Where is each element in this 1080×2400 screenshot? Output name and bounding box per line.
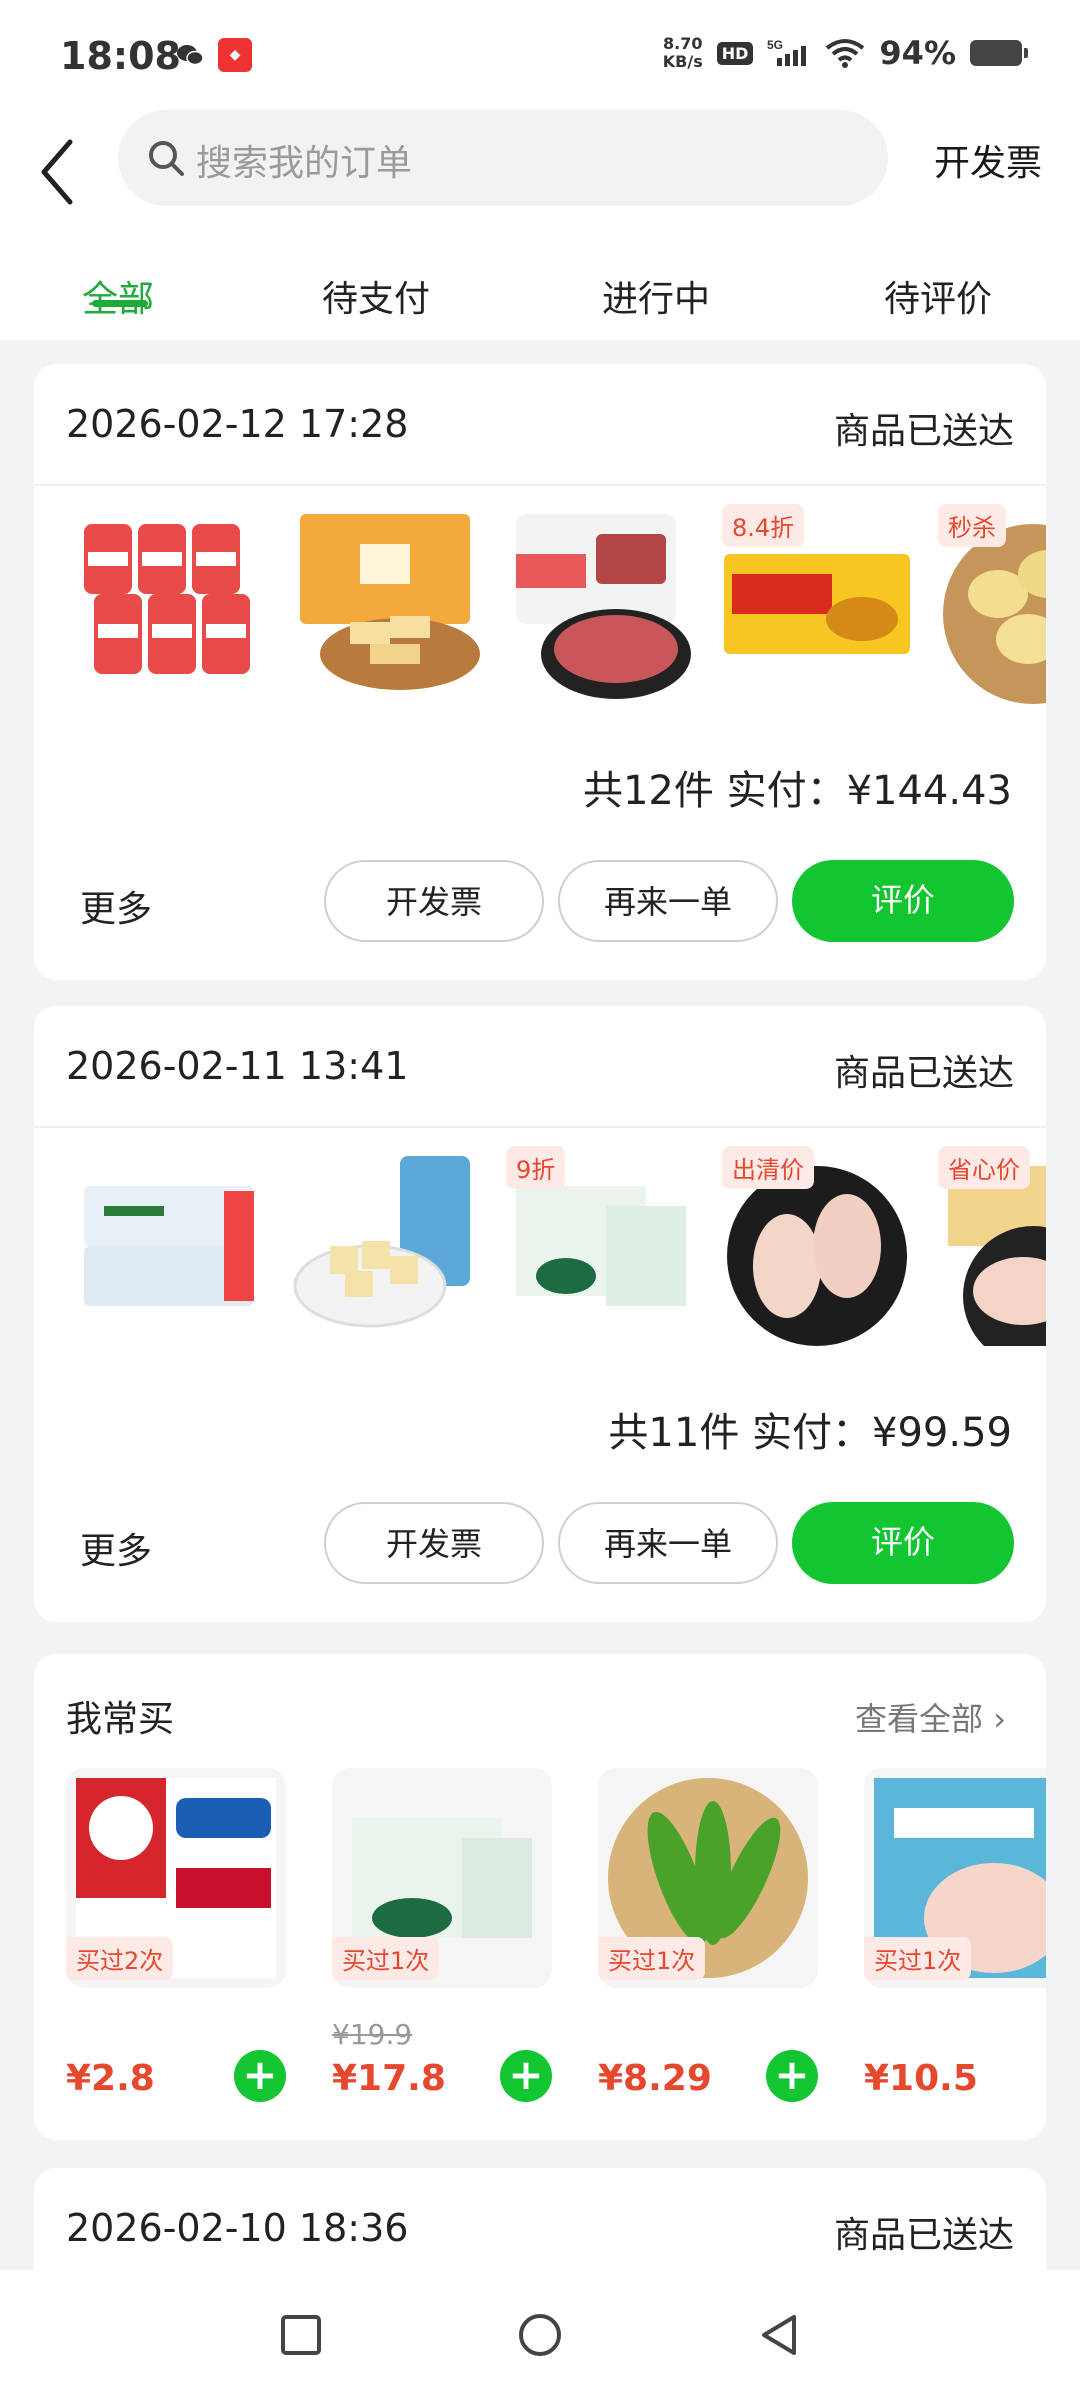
original-price: ¥19.9 (332, 2018, 413, 2051)
speed-unit: KB/s (662, 52, 703, 71)
order-status: 商品已送达 (833, 411, 1014, 452)
search-placeholder: 搜索我的订单 (196, 143, 413, 184)
hd-icon: HD (716, 41, 754, 65)
product-price: ¥10.5 (864, 2058, 978, 2099)
section-title: 我常买 (66, 1699, 175, 1740)
view-all-link[interactable]: 查看全部 › (855, 1694, 1006, 1740)
tab-bar: 全部 待支付 进行中 待评价 (0, 250, 1080, 340)
product-image[interactable]: 买过1次 (864, 1768, 1046, 1988)
product-image[interactable]: 买过2次 (66, 1768, 286, 1988)
back-arrow-icon[interactable] (30, 130, 90, 210)
add-to-cart-button[interactable]: + (766, 2050, 818, 2102)
more-button[interactable]: 更多 (80, 880, 152, 932)
search-input[interactable]: 搜索我的订单 (118, 110, 888, 206)
purchase-count-badge: 买过2次 (66, 1937, 174, 1980)
network-speed: 8.70 KB/s (663, 35, 703, 71)
add-to-cart-button[interactable]: + (500, 2050, 552, 2102)
battery-icon (970, 40, 1028, 66)
product-thumb-pork (516, 514, 691, 699)
order-status: 商品已送达 (833, 1053, 1014, 1094)
home-icon[interactable] (517, 2312, 563, 2358)
order-summary: 共12件 实付：¥144.43 (582, 768, 1012, 814)
order-date: 2026-02-11 13:41 (66, 1044, 409, 1088)
tab-in-progress[interactable]: 进行中 (602, 270, 710, 322)
active-tab-indicator (92, 300, 148, 307)
order-thumbnails[interactable]: 9折 出清价 省心价 (74, 1146, 1046, 1346)
battery-percent: 94% (879, 34, 956, 72)
product-image[interactable]: 买过1次 (598, 1768, 818, 1988)
discount-tag: 9折 (506, 1146, 566, 1189)
tab-pending-payment[interactable]: 待支付 (322, 270, 430, 322)
value-price-tag: 省心价 (938, 1146, 1030, 1189)
system-nav-bar (0, 2270, 1080, 2400)
purchase-count-badge: 买过1次 (332, 1937, 440, 1980)
order-card[interactable]: 2026-02-11 13:41 商品已送达 9折 出清价 省心价 共11件 实… (34, 1006, 1046, 1622)
invoice-order-button[interactable]: 开发票 (324, 860, 544, 942)
review-button[interactable]: 评价 (792, 860, 1014, 942)
product-image[interactable]: 买过1次 (332, 1768, 552, 1988)
order-header: 2026-02-11 13:41 商品已送达 (34, 1006, 1046, 1128)
product-thumb-yogurt (84, 1186, 254, 1306)
header: 搜索我的订单 开发票 全部 待支付 进行中 待评价 (0, 110, 1080, 340)
product-thumb-soda (84, 524, 250, 674)
status-time: 18:08 (60, 34, 181, 78)
product-card[interactable]: 买过1次 ¥8.29 + (598, 1768, 818, 2102)
clearance-tag: 出清价 (722, 1146, 814, 1189)
more-button[interactable]: 更多 (80, 1522, 152, 1574)
status-bar: 18:08 ◆ 8.70 KB/s HD 5G 94% (0, 0, 1080, 110)
product-card[interactable]: 买过1次 ¥19.9 ¥17.8 + (332, 1768, 552, 2102)
svg-text:5G: 5G (767, 38, 783, 52)
review-button[interactable]: 评价 (792, 1502, 1014, 1584)
tab-pending-review[interactable]: 待评价 (884, 270, 992, 322)
product-price: ¥2.8 (66, 2058, 155, 2099)
status-right: 8.70 KB/s HD 5G 94% (663, 34, 1028, 72)
back-icon[interactable] (756, 2312, 802, 2358)
order-header: 2026-02-12 17:28 商品已送达 (34, 364, 1046, 486)
app-notification-icon: ◆ (218, 38, 252, 72)
purchase-count-badge: 买过1次 (864, 1937, 972, 1980)
reorder-button[interactable]: 再来一单 (558, 860, 778, 942)
product-thumb-bamboo (293, 1156, 470, 1328)
speed-value: 8.70 (663, 34, 703, 53)
tab-all[interactable]: 全部 (82, 270, 154, 322)
product-thumb-cake (300, 514, 480, 690)
product-price: ¥17.8 (332, 2058, 446, 2099)
recent-apps-icon[interactable] (278, 2312, 324, 2358)
product-card[interactable]: 买过1次 ¥10.5 (864, 1768, 1046, 2099)
search-icon (149, 141, 184, 176)
purchase-count-badge: 买过1次 (598, 1937, 706, 1980)
frequently-bought-section: 我常买 查看全部 › 买过2次 ¥2.8 + 买过1次 ¥19.9 ¥17.8 (34, 1654, 1046, 2140)
product-price: ¥8.29 (598, 2058, 712, 2099)
invoice-button[interactable]: 开发票 (934, 134, 1042, 186)
order-thumbnails[interactable]: 8.4折 秒杀 (74, 504, 1046, 704)
add-to-cart-button[interactable]: + (234, 2050, 286, 2102)
wechat-icon (177, 45, 204, 66)
discount-tag: 8.4折 (722, 504, 805, 547)
order-date: 2026-02-10 18:36 (66, 2206, 409, 2250)
order-status: 商品已送达 (833, 2215, 1014, 2256)
reorder-button[interactable]: 再来一单 (558, 1502, 778, 1584)
wifi-icon (826, 39, 865, 68)
flash-sale-tag: 秒杀 (938, 504, 1006, 547)
signal-icon: 5G (767, 38, 807, 66)
invoice-order-button[interactable]: 开发票 (324, 1502, 544, 1584)
order-card[interactable]: 2026-02-12 17:28 商品已送达 8.4折 秒杀 共12件 实付：¥… (34, 364, 1046, 980)
product-card[interactable]: 买过2次 ¥2.8 + (66, 1768, 286, 2102)
order-date: 2026-02-12 17:28 (66, 402, 409, 446)
order-summary: 共11件 实付：¥99.59 (608, 1410, 1012, 1456)
